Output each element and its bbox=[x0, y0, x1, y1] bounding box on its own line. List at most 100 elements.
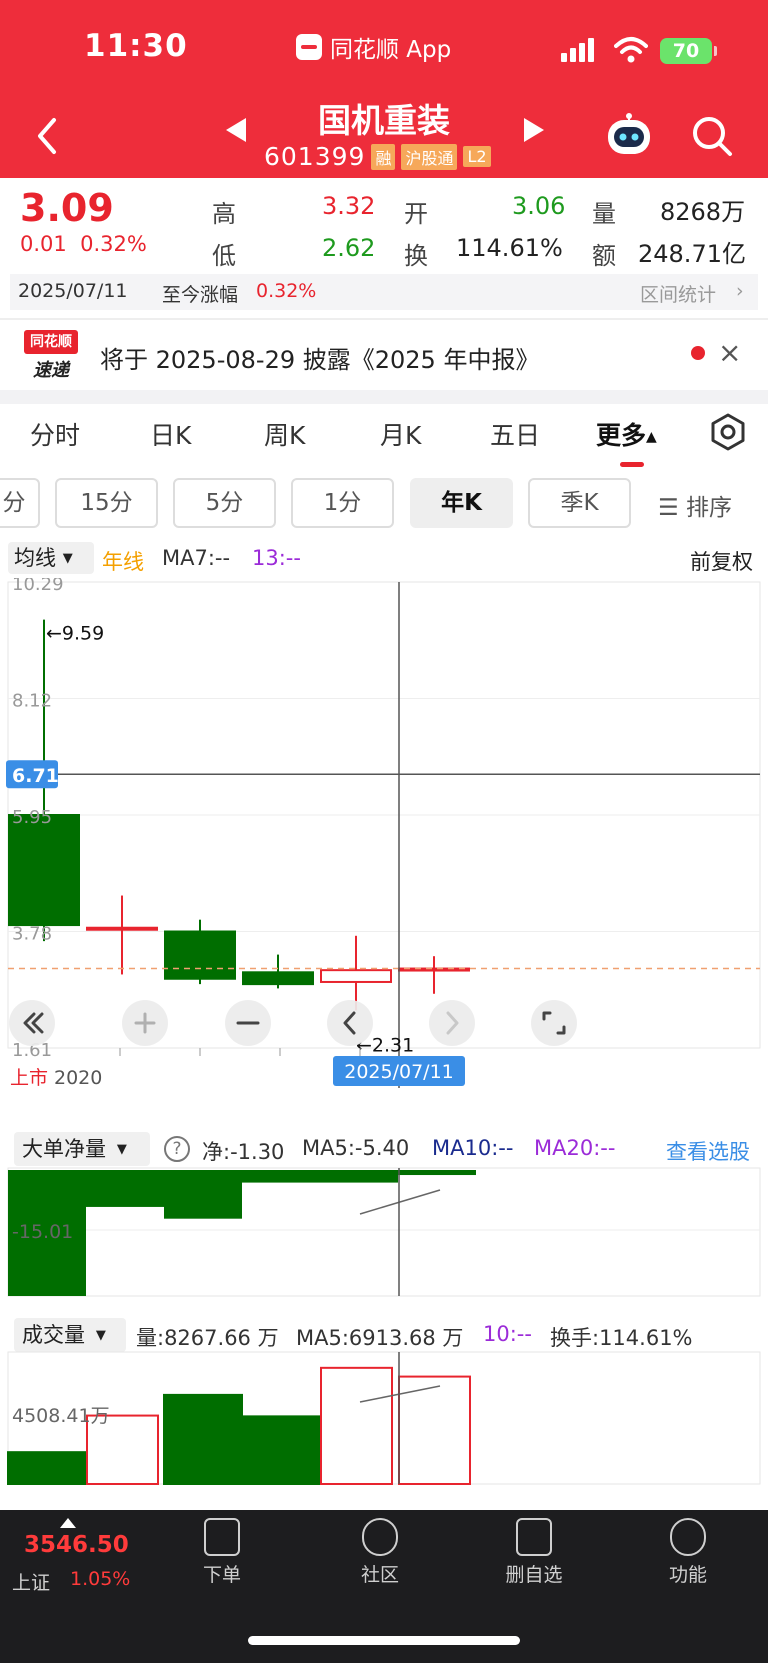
app-name: 同花顺 App bbox=[330, 37, 452, 63]
period-5min[interactable]: 5分 bbox=[173, 478, 276, 528]
net-bar bbox=[164, 1170, 242, 1219]
volume-value-label: 量:8267.66 万 bbox=[136, 1326, 279, 1350]
y-tick-label: 5.95 bbox=[12, 807, 52, 828]
x-start-label: 2020 bbox=[54, 1067, 102, 1088]
index-name: 上证 bbox=[12, 1572, 51, 1594]
view-screener-link[interactable]: 查看选股 bbox=[666, 1136, 750, 1166]
tab-intraday[interactable]: 分时 bbox=[30, 416, 80, 452]
minus-box-icon bbox=[516, 1518, 552, 1556]
nav-order-label: 下单 bbox=[202, 1564, 241, 1586]
net-value: 净:-1.30 bbox=[202, 1140, 285, 1164]
candlestick-chart[interactable]: 10.298.125.953.781.616.71←9.59←2.31上市 202… bbox=[0, 578, 768, 1088]
high-value: 3.32 bbox=[322, 192, 376, 220]
nav-functions[interactable]: 功能 bbox=[638, 1518, 738, 1587]
indicator-dropdown[interactable]: 大单净量 ▼ bbox=[14, 1132, 150, 1166]
settings-icon[interactable] bbox=[708, 412, 748, 452]
sort-button[interactable]: ☰ 排序 bbox=[658, 488, 732, 522]
close-icon[interactable]: × bbox=[718, 336, 741, 369]
caret-down-icon: ▼ bbox=[91, 1328, 106, 1343]
tab-more[interactable]: 更多▲ bbox=[596, 416, 657, 452]
stock-code-row: 601399 融 沪股通 L2 bbox=[264, 142, 491, 171]
candle bbox=[86, 926, 158, 931]
screen: 11:30 同花顺 App 70 国机重装 601399 融 沪股通 L2 3.… bbox=[0, 0, 768, 1663]
period-15min[interactable]: 15分 bbox=[55, 478, 158, 528]
arrow-up-icon bbox=[60, 1518, 76, 1528]
ma7-label: MA7:-- bbox=[162, 546, 231, 570]
fullscreen-icon[interactable] bbox=[531, 1000, 577, 1046]
y-tick-label: 3.78 bbox=[12, 924, 52, 945]
chevron-right-icon: › bbox=[736, 280, 744, 302]
tab-monthly-k[interactable]: 月K bbox=[380, 416, 421, 452]
app-indicator[interactable]: 同花顺 App bbox=[296, 30, 451, 64]
next-icon[interactable] bbox=[429, 1000, 475, 1046]
help-icon[interactable]: ? bbox=[164, 1136, 190, 1162]
volume-bar bbox=[320, 1366, 393, 1485]
adjust-mode[interactable]: 前复权 bbox=[690, 546, 753, 576]
ma-type-dropdown[interactable]: 均线 ▼ bbox=[8, 542, 94, 574]
y-tick-label: 4508.41万 bbox=[12, 1405, 110, 1427]
prev-stock-icon[interactable] bbox=[226, 118, 246, 142]
zoom-out-icon[interactable] bbox=[225, 1000, 271, 1046]
volume-ma5: MA5:6913.68 万 bbox=[296, 1326, 464, 1350]
prev-icon[interactable] bbox=[327, 1000, 373, 1046]
ma5-value: MA5:-5.40 bbox=[302, 1136, 410, 1160]
open-label: 开 bbox=[404, 200, 428, 228]
nav-community[interactable]: 社区 bbox=[330, 1518, 430, 1587]
open-value: 3.06 bbox=[512, 192, 566, 220]
search-icon[interactable] bbox=[690, 114, 734, 158]
crosshair-date-label: 2025/07/11 bbox=[344, 1061, 454, 1083]
net-bar bbox=[86, 1170, 164, 1207]
next-stock-icon[interactable] bbox=[524, 118, 544, 142]
battery-icon: 70 bbox=[660, 38, 717, 64]
candle bbox=[164, 930, 236, 980]
period-minute[interactable]: 分 bbox=[0, 478, 40, 528]
tab-five-day[interactable]: 五日 bbox=[490, 416, 540, 452]
zoom-in-icon[interactable] bbox=[122, 1000, 168, 1046]
low-label: 低 bbox=[212, 242, 236, 270]
level2-tag: L2 bbox=[463, 146, 491, 167]
candle bbox=[320, 969, 392, 983]
current-price: 3.09 bbox=[20, 186, 114, 230]
big-order-net-chart[interactable]: -15.01 bbox=[0, 1166, 768, 1298]
menu-circle-icon bbox=[670, 1518, 706, 1556]
caret-down-icon: ▼ bbox=[62, 551, 73, 566]
turnover-label: 换 bbox=[404, 242, 428, 270]
indicator-label: 大单净量 bbox=[22, 1137, 106, 1161]
sort-label: 排序 bbox=[685, 495, 732, 521]
range-stats-link[interactable]: 区间统计 bbox=[640, 280, 716, 307]
nav-community-label: 社区 bbox=[360, 1564, 399, 1586]
index-value[interactable]: 3546.50 bbox=[24, 1532, 129, 1558]
period-quarterly-k[interactable]: 季K bbox=[528, 478, 631, 528]
margin-tag: 融 bbox=[371, 143, 396, 170]
listing-tag: 上市 bbox=[10, 1067, 48, 1088]
amount-value: 248.71亿 bbox=[638, 240, 746, 268]
since-label: 至今涨幅 bbox=[162, 284, 239, 306]
crosshair-price-label: 6.71 bbox=[12, 765, 59, 787]
period-1min[interactable]: 1分 bbox=[291, 478, 394, 528]
volume-dropdown[interactable]: 成交量 ▼ bbox=[14, 1318, 126, 1352]
stock-code: 601399 bbox=[264, 142, 366, 171]
volume-ma10: 10:-- bbox=[483, 1322, 532, 1346]
express-logo-top: 同花顺 bbox=[24, 330, 78, 354]
rewind-icon[interactable] bbox=[9, 1000, 55, 1046]
assistant-robot-icon[interactable] bbox=[604, 112, 654, 158]
volume-turnover: 换手:114.61% bbox=[550, 1326, 693, 1350]
volume-chart[interactable]: 4508.41万 bbox=[0, 1350, 768, 1486]
tab-daily-k[interactable]: 日K bbox=[150, 416, 191, 452]
status-time: 11:30 bbox=[84, 28, 188, 64]
nav-functions-label: 功能 bbox=[668, 1564, 707, 1586]
nav-remove-watchlist[interactable]: 删自选 bbox=[484, 1518, 584, 1587]
nav-order[interactable]: 下单 bbox=[172, 1518, 272, 1587]
express-logo: 同花顺 速递 bbox=[24, 330, 80, 382]
tab-weekly-k[interactable]: 周K bbox=[264, 416, 305, 452]
connect-tag: 沪股通 bbox=[401, 143, 458, 170]
active-tab-indicator bbox=[620, 462, 644, 467]
period-yearly-k[interactable]: 年K bbox=[410, 478, 513, 528]
volume-value: 8268万 bbox=[660, 198, 746, 226]
range-date: 2025/07/11 bbox=[18, 280, 128, 302]
range-row[interactable]: 2025/07/11 至今涨幅 0.32% 区间统计 › bbox=[10, 274, 758, 310]
home-indicator bbox=[248, 1636, 520, 1645]
caret-up-icon: ▲ bbox=[646, 429, 657, 445]
notice-banner[interactable]: 同花顺 速递 将于 2025-08-29 披露《2025 年中报》 bbox=[0, 318, 768, 390]
y-tick-label: -15.01 bbox=[12, 1221, 73, 1243]
